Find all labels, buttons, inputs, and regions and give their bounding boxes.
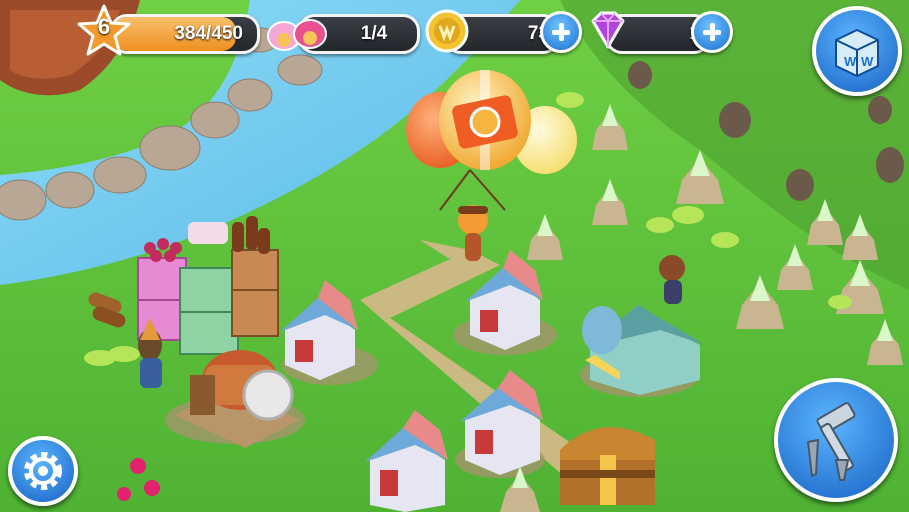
game-world[interactable] [0, 0, 909, 512]
gold-coin-icon [425, 9, 469, 53]
level-number: 6 [97, 14, 111, 39]
crate-shop-icon: W W [835, 28, 879, 78]
gnome-friends-icon [267, 19, 327, 51]
add-gems-button[interactable] [691, 11, 733, 53]
xp-text: 384/450 [174, 23, 243, 44]
hammer-tools-icon [806, 402, 856, 481]
friends-widget[interactable]: 1/4 [262, 10, 420, 54]
shop-button[interactable]: W W [812, 6, 902, 96]
level-xp-widget[interactable]: 384/450 6 [76, 4, 262, 56]
build-button[interactable] [774, 378, 898, 502]
add-coins-button[interactable] [540, 11, 582, 53]
svg-text:W: W [861, 54, 874, 69]
gems-widget[interactable]: 1 [585, 10, 735, 54]
xp-bar: 384/450 [110, 14, 260, 54]
friends-text: 1/4 [360, 23, 388, 44]
gear-icon [24, 452, 62, 490]
coins-widget[interactable]: 73 [424, 9, 584, 54]
settings-button[interactable] [8, 436, 78, 506]
coins-text: 73 [527, 23, 549, 44]
svg-text:W: W [844, 54, 857, 69]
purple-gem-icon [591, 11, 625, 49]
treasure-chest[interactable] [560, 427, 655, 505]
